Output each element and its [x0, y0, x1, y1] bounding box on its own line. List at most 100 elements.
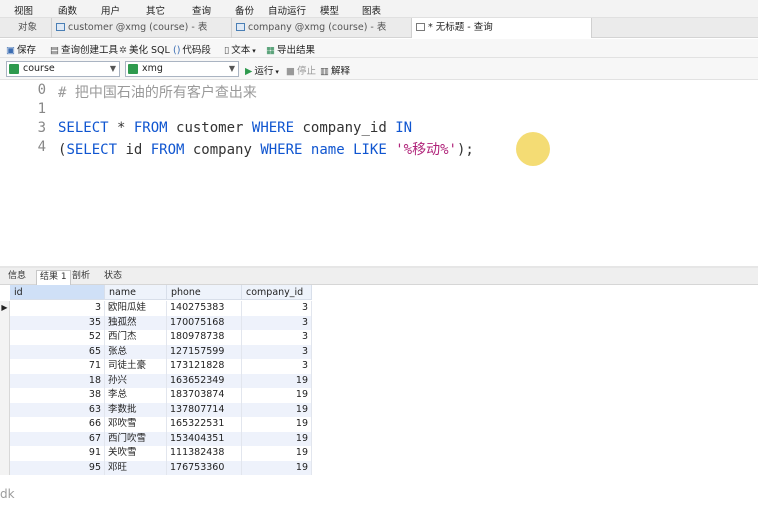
tab-profile[interactable]: 剖析 [69, 270, 93, 285]
table-row[interactable]: 65 张总 127157599 3 [0, 344, 312, 359]
cell-name[interactable]: 邓旺 [105, 460, 167, 475]
explain-button[interactable]: ▥ 解释 [320, 63, 350, 77]
cell-name[interactable]: 邓吹雪 [105, 417, 167, 432]
tab-info[interactable]: 信息 [5, 270, 29, 285]
cell-phone[interactable]: 183703874 [167, 388, 242, 403]
cell-phone[interactable]: 153404351 [167, 431, 242, 446]
cell-name[interactable]: 欧阳瓜娃 [105, 301, 167, 316]
text-button[interactable]: ▯ 文本 ▾ [224, 42, 256, 56]
table-row[interactable]: 52 西门杰 180978738 3 [0, 330, 312, 345]
table-row[interactable]: 38 李总 183703874 19 [0, 388, 312, 403]
beautify-sql-button[interactable]: ✲ 美化 SQL [119, 42, 170, 56]
cell-name[interactable]: 司徒土豪 [105, 359, 167, 374]
menu-chart[interactable]: 图表 [362, 3, 381, 17]
cell-id[interactable]: 66 [10, 417, 105, 432]
cell-company-id[interactable]: 3 [242, 359, 312, 374]
export-results-button[interactable]: ▦ 导出结果 [266, 42, 315, 56]
cell-id[interactable]: 67 [10, 431, 105, 446]
cell-company-id[interactable]: 3 [242, 330, 312, 345]
result-grid[interactable]: id name phone company_id ▶ 3 欧阳瓜娃 140275383… [0, 285, 758, 507]
tab-result-1[interactable]: 结果 1 [36, 270, 71, 285]
snippet-button[interactable]: () 代码段 [173, 42, 211, 56]
run-button[interactable]: ▶ 运行 ▾ [245, 63, 279, 77]
row-selector[interactable] [0, 388, 10, 403]
menu-user[interactable]: 用户 [101, 3, 120, 17]
menu-automation[interactable]: 自动运行 [268, 3, 306, 17]
cell-phone[interactable]: 180978738 [167, 330, 242, 345]
cell-id[interactable]: 38 [10, 388, 105, 403]
column-header-name[interactable]: name [105, 285, 167, 300]
stop-button[interactable]: ■ 停止 [286, 63, 316, 77]
cell-name[interactable]: 西门吹雪 [105, 431, 167, 446]
cell-phone[interactable]: 111382438 [167, 446, 242, 461]
sql-editor[interactable]: 0 1 3 4 # 把中国石油的所有客户查出来 SELECT * FROM cu… [0, 80, 758, 266]
tab-untitled-query[interactable]: * 无标题 - 查询 [412, 18, 592, 38]
cell-company-id[interactable]: 3 [242, 301, 312, 316]
cell-company-id[interactable]: 19 [242, 388, 312, 403]
table-row[interactable]: ▶ 3 欧阳瓜娃 140275383 3 [0, 301, 312, 316]
cell-company-id[interactable]: 19 [242, 446, 312, 461]
row-selector[interactable] [0, 460, 10, 475]
menu-model[interactable]: 模型 [320, 3, 339, 17]
menu-view[interactable]: 视图 [14, 3, 33, 17]
cell-phone[interactable]: 140275383 [167, 301, 242, 316]
table-row[interactable]: 91 关吹雪 111382438 19 [0, 446, 312, 461]
menu-backup[interactable]: 备份 [235, 3, 254, 17]
table-row[interactable]: 95 邓旺 176753360 19 [0, 460, 312, 475]
row-selector[interactable] [0, 431, 10, 446]
cell-id[interactable]: 18 [10, 373, 105, 388]
cell-name[interactable]: 张总 [105, 344, 167, 359]
cell-company-id[interactable]: 19 [242, 373, 312, 388]
cell-id[interactable]: 65 [10, 344, 105, 359]
row-selector[interactable] [0, 330, 10, 345]
cell-id[interactable]: 63 [10, 402, 105, 417]
table-row[interactable]: 71 司徒土豪 173121828 3 [0, 359, 312, 374]
cell-phone[interactable]: 163652349 [167, 373, 242, 388]
cell-id[interactable]: 71 [10, 359, 105, 374]
save-button[interactable]: ▣ 保存 [6, 42, 36, 56]
column-header-phone[interactable]: phone [167, 285, 242, 300]
table-row[interactable]: 66 邓吹雪 165322531 19 [0, 417, 312, 432]
menu-function[interactable]: 函数 [58, 3, 77, 17]
table-row[interactable]: 35 独孤然 170075168 3 [0, 315, 312, 330]
connection-select[interactable]: xmg ▼ [125, 61, 239, 77]
row-selector[interactable] [0, 359, 10, 374]
row-selector[interactable] [0, 446, 10, 461]
cell-name[interactable]: 关吹雪 [105, 446, 167, 461]
tab-customer-table[interactable]: customer @xmg (course) - 表 [52, 18, 232, 38]
row-selector[interactable] [0, 402, 10, 417]
menu-other[interactable]: 其它 [146, 3, 165, 17]
row-selector[interactable] [0, 315, 10, 330]
cell-name[interactable]: 西门杰 [105, 330, 167, 345]
cell-company-id[interactable]: 19 [242, 402, 312, 417]
query-builder-button[interactable]: ▤ 查询创建工具 [50, 42, 118, 56]
column-header-company-id[interactable]: company_id [242, 285, 312, 300]
cell-company-id[interactable]: 3 [242, 315, 312, 330]
cell-phone[interactable]: 176753360 [167, 460, 242, 475]
tab-objects[interactable]: 对象 [0, 18, 52, 38]
cell-name[interactable]: 独孤然 [105, 315, 167, 330]
table-row[interactable]: 63 李数批 137807714 19 [0, 402, 312, 417]
cell-name[interactable]: 李总 [105, 388, 167, 403]
cell-company-id[interactable]: 19 [242, 460, 312, 475]
table-row[interactable]: 67 西门吹雪 153404351 19 [0, 431, 312, 446]
cell-id[interactable]: 35 [10, 315, 105, 330]
cell-id[interactable]: 3 [10, 301, 105, 316]
tab-status[interactable]: 状态 [101, 270, 125, 285]
cell-phone[interactable]: 173121828 [167, 359, 242, 374]
cell-company-id[interactable]: 19 [242, 431, 312, 446]
cell-company-id[interactable]: 19 [242, 417, 312, 432]
cell-phone[interactable]: 127157599 [167, 344, 242, 359]
tab-company-table[interactable]: company @xmg (course) - 表 [232, 18, 412, 38]
cell-phone[interactable]: 165322531 [167, 417, 242, 432]
table-row[interactable]: 18 孙兴 163652349 19 [0, 373, 312, 388]
row-selector[interactable] [0, 417, 10, 432]
menu-query[interactable]: 查询 [192, 3, 211, 17]
current-row-arrow-icon[interactable]: ▶ [0, 301, 10, 316]
cell-id[interactable]: 52 [10, 330, 105, 345]
cell-phone[interactable]: 170075168 [167, 315, 242, 330]
database-select[interactable]: course ▼ [6, 61, 120, 77]
cell-name[interactable]: 孙兴 [105, 373, 167, 388]
row-selector[interactable] [0, 344, 10, 359]
row-selector[interactable] [0, 373, 10, 388]
